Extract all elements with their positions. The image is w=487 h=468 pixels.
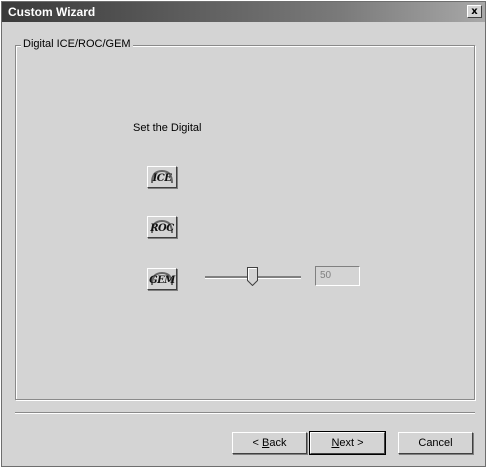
next-button-rest: ext > bbox=[339, 437, 364, 449]
gem-button[interactable]: GEM bbox=[147, 268, 177, 290]
group-box-label: Digital ICE/ROC/GEM bbox=[21, 38, 133, 50]
instruction-text: Set the Digital bbox=[133, 122, 202, 134]
next-button[interactable]: Next > bbox=[309, 431, 386, 455]
back-button[interactable]: < Back bbox=[232, 432, 307, 454]
group-box bbox=[15, 45, 475, 400]
close-button[interactable]: x bbox=[467, 5, 482, 18]
gem-value-field: 50 bbox=[315, 266, 360, 286]
gem-slider-thumb[interactable] bbox=[247, 267, 258, 286]
title-bar[interactable]: Custom Wizard x bbox=[2, 2, 485, 22]
back-button-prefix: < bbox=[252, 437, 262, 449]
footer-separator bbox=[15, 412, 475, 414]
close-icon: x bbox=[471, 6, 478, 17]
back-button-rest: ack bbox=[269, 437, 287, 449]
ice-button[interactable]: ICE bbox=[147, 166, 177, 188]
gem-label: GEM bbox=[149, 275, 175, 286]
window-title: Custom Wizard bbox=[8, 5, 96, 19]
roc-label: ROC bbox=[150, 223, 174, 234]
cancel-button-label: Cancel bbox=[418, 437, 453, 449]
roc-button[interactable]: ROC bbox=[147, 216, 177, 238]
gem-value-text: 50 bbox=[320, 270, 332, 281]
ice-label: ICE bbox=[152, 173, 172, 184]
cancel-button[interactable]: Cancel bbox=[398, 432, 473, 454]
